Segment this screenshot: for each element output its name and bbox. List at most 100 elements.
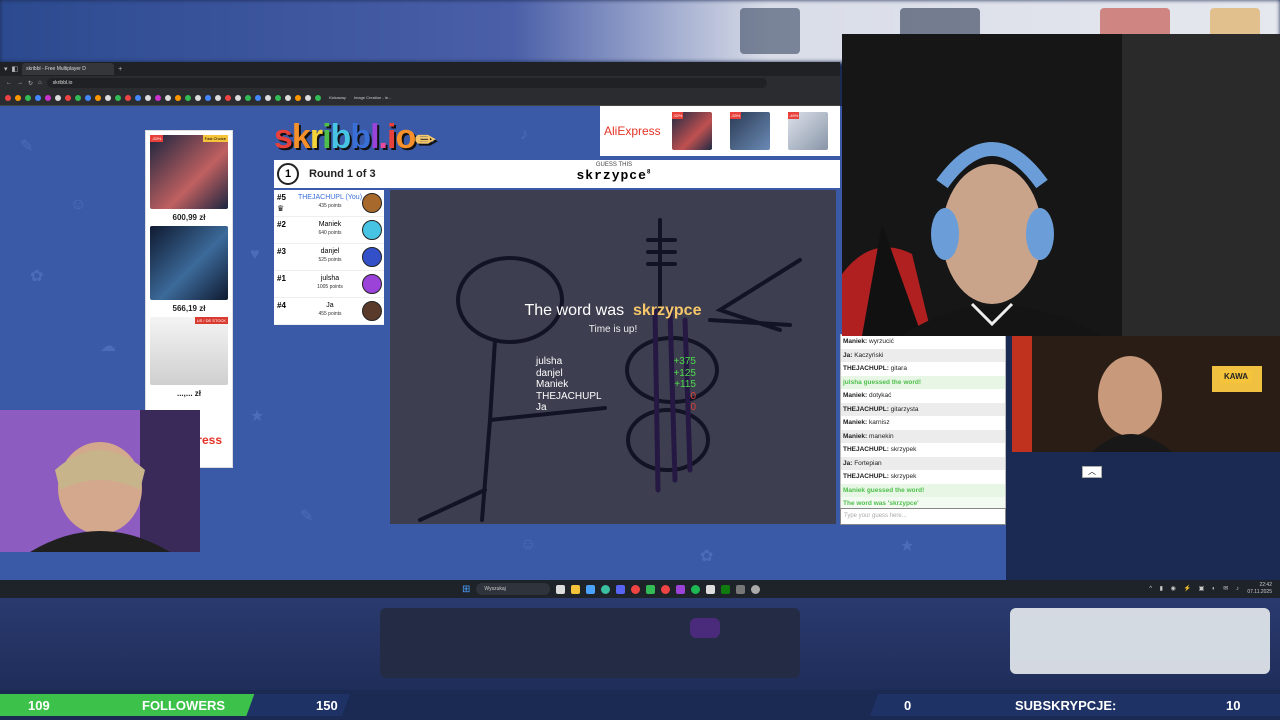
- bookmark-icon[interactable]: [195, 94, 201, 101]
- bookmark-kickaway[interactable]: Kickaway: [329, 95, 346, 100]
- bookmark-icon[interactable]: [115, 94, 121, 101]
- bookmark-icon[interactable]: [255, 94, 261, 101]
- guess-input[interactable]: Type your guess here...: [840, 508, 1006, 525]
- ad-price: ...,... zł: [176, 389, 201, 398]
- ad-product-thumb[interactable]: -49%: [788, 112, 828, 150]
- app-icon[interactable]: [736, 584, 746, 594]
- chat-text: karnisz: [867, 419, 890, 426]
- app-icon[interactable]: [706, 584, 716, 594]
- tab-strip: ▾ ◧ skribbl - Free Multiplayer D +: [0, 62, 840, 76]
- player-row[interactable]: #5 ♛ THEJACHUPL (You) 435 points: [274, 190, 384, 217]
- bookmark-icon[interactable]: [75, 94, 81, 101]
- chrome-icon[interactable]: [631, 584, 641, 594]
- file-explorer-icon[interactable]: [571, 584, 581, 594]
- clock[interactable]: 22:42 07.11.2025: [1247, 582, 1272, 596]
- bookmark-icon[interactable]: [85, 94, 91, 101]
- bookmark-icon[interactable]: [215, 94, 221, 101]
- app-icon[interactable]: [616, 584, 626, 594]
- home-icon[interactable]: ⌂: [38, 80, 42, 86]
- bookmark-icon[interactable]: [225, 94, 231, 101]
- chat-user: THEJACHUPL:: [843, 473, 889, 480]
- new-tab-button[interactable]: +: [118, 66, 122, 73]
- bookmark-icon[interactable]: [275, 94, 281, 101]
- bookmark-icon[interactable]: [15, 94, 21, 101]
- bookmark-icon[interactable]: [35, 94, 41, 101]
- ad-product-thumb[interactable]: -53%: [730, 112, 770, 150]
- logo-letter: i: [322, 118, 332, 156]
- bookmark-icon[interactable]: [25, 94, 31, 101]
- bookmark-icon[interactable]: [175, 94, 181, 101]
- player-row[interactable]: #2 Maniek 640 points: [274, 217, 384, 244]
- windows-start-icon[interactable]: ⊞: [462, 584, 470, 595]
- bookmark-icon[interactable]: [235, 94, 241, 101]
- bookmark-icon[interactable]: [155, 94, 161, 101]
- result-name: julsha: [536, 356, 563, 367]
- player-name: Ja: [326, 302, 334, 309]
- bookmark-icon[interactable]: [65, 94, 71, 101]
- chat-message: Maniek guessed the word!: [841, 483, 1005, 497]
- ad-product-thumb[interactable]: -52%: [672, 112, 712, 150]
- bookmark-icon[interactable]: [145, 94, 151, 101]
- fast-choice-badge: Fast Choice: [202, 135, 228, 142]
- bookmark-icon[interactable]: [55, 94, 61, 101]
- ad-brand-fragment: ress: [197, 433, 222, 447]
- tab-history-icon[interactable]: ◧: [12, 65, 19, 73]
- background-doodle: ☺: [520, 536, 537, 553]
- tab-menu-icon[interactable]: ▾: [4, 65, 8, 73]
- ad-product-image[interactable]: [150, 226, 228, 300]
- player-row[interactable]: #4 Ja 455 points: [274, 298, 384, 325]
- player-rank: #5: [277, 193, 286, 202]
- player-points: 525 points: [318, 257, 342, 263]
- chat-text: skrzypek: [888, 446, 917, 453]
- task-view-icon[interactable]: [556, 584, 566, 594]
- bookmark-icon[interactable]: [205, 94, 211, 101]
- app-icon[interactable]: [661, 584, 671, 594]
- player-row[interactable]: #3 danjel 525 points: [274, 244, 384, 271]
- system-tray-icons[interactable]: ^ ▮ ◉ ⚡ ▣ ◐ ✉ ♪: [1149, 585, 1242, 592]
- app-icon[interactable]: [646, 584, 656, 594]
- xbox-icon[interactable]: [721, 584, 731, 594]
- address-bar: ← → ↻ ⌂ skribbl.io: [0, 76, 840, 90]
- url-input[interactable]: skribbl.io: [46, 78, 767, 88]
- chevron-up-icon[interactable]: ︿: [1082, 466, 1102, 478]
- app-icon[interactable]: [676, 584, 686, 594]
- bookmark-icon[interactable]: [265, 94, 271, 101]
- reload-icon[interactable]: ↻: [28, 80, 33, 87]
- bookmark-image-creation[interactable]: Image Creation - Ie...: [354, 95, 392, 100]
- result-name: Maniek: [536, 379, 569, 390]
- drawing-canvas[interactable]: The word was skrzypce Time is up! julsha…: [390, 190, 836, 524]
- bookmark-icon[interactable]: [185, 94, 191, 101]
- taskbar-search[interactable]: Wyszukaj: [476, 583, 551, 595]
- bookmark-icon[interactable]: [105, 94, 111, 101]
- background-doodle: ★: [250, 408, 265, 425]
- bookmark-icon[interactable]: [305, 94, 311, 101]
- game-header: 1 Round 1 of 3 GUESS THIS skrzypce8: [274, 160, 840, 188]
- bookmark-icon[interactable]: [165, 94, 171, 101]
- bookmark-icon[interactable]: [5, 94, 11, 101]
- bookmark-icon[interactable]: [125, 94, 131, 101]
- bookmark-icon[interactable]: [95, 94, 101, 101]
- bookmark-icon[interactable]: [285, 94, 291, 101]
- background-doodle: ✿: [30, 268, 44, 285]
- browser-tab[interactable]: skribbl - Free Multiplayer D: [22, 63, 115, 75]
- spotify-icon[interactable]: [691, 584, 701, 594]
- chat-message: THEJACHUPL: gitarzysta: [841, 402, 1005, 416]
- bookmark-icon[interactable]: [295, 94, 301, 101]
- player-row[interactable]: #1 julsha 1005 points: [274, 271, 384, 298]
- settings-icon[interactable]: [751, 584, 761, 594]
- ad-product-image[interactable]: -53% Fast Choice: [150, 135, 228, 209]
- bookmark-icon[interactable]: [45, 94, 51, 101]
- store-icon[interactable]: [586, 584, 596, 594]
- banner-ad[interactable]: AliExpress -52% -53% -49%: [600, 106, 840, 156]
- skribbl-logo[interactable]: skribbl.io✏: [274, 118, 435, 157]
- back-icon[interactable]: ←: [6, 80, 12, 86]
- edge-icon[interactable]: [601, 584, 611, 594]
- bookmark-icon[interactable]: [135, 94, 141, 101]
- bookmark-icon[interactable]: [245, 94, 251, 101]
- forward-icon[interactable]: →: [17, 80, 23, 86]
- result-row: THEJACHUPL 0: [536, 391, 696, 403]
- logo-letter: b: [350, 118, 371, 156]
- round-label: Round 1 of 3: [309, 168, 376, 180]
- bookmark-icon[interactable]: [315, 94, 321, 101]
- ad-product-image[interactable]: US / DE STOCK: [150, 317, 228, 385]
